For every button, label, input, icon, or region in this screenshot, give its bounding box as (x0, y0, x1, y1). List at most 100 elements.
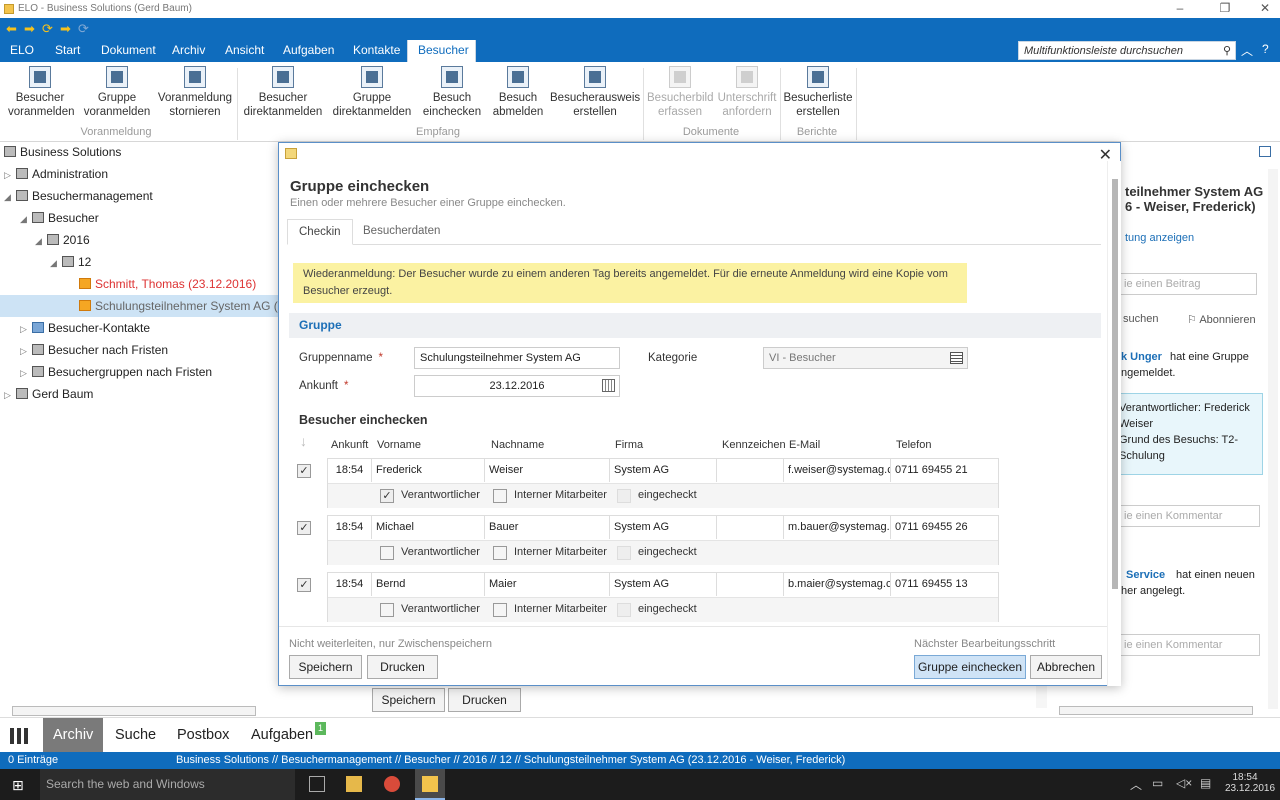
feed-user-link[interactable]: Service (1126, 569, 1165, 581)
arrival-time-cell[interactable]: 18:54 (328, 459, 372, 482)
task-view-icon[interactable] (309, 776, 325, 792)
visitor-select-checkbox[interactable]: ✓ (297, 578, 311, 592)
collapse-icon[interactable]: ◢ (50, 253, 62, 273)
group-checkin-button[interactable]: Gruppe einchecken (914, 655, 1026, 679)
clock[interactable]: 18:54 23.12.2016 (1225, 772, 1275, 794)
next-icon[interactable]: ➡ (60, 21, 71, 37)
plate-cell[interactable] (717, 459, 784, 482)
tree-node-business-solutions[interactable]: Business Solutions (4, 142, 121, 162)
ribbon-search-input[interactable]: Multifunktionsleiste durchsuchen ⚲ (1018, 41, 1236, 60)
refresh-icon[interactable]: ⟳ (42, 21, 53, 37)
tree-node-besucher-kontakte[interactable]: ▷ Besucher-Kontakte (20, 318, 150, 338)
visitor-preregister-button[interactable]: Besucher voranmelden (8, 66, 74, 119)
visitor-select-checkbox[interactable]: ✓ (297, 521, 311, 535)
expand-icon[interactable]: ▷ (4, 385, 16, 405)
tab-kontakte[interactable]: Kontakte (343, 40, 410, 62)
tree-horizontal-scrollbar[interactable] (12, 706, 256, 716)
feed-tab-search[interactable]: suchen (1123, 313, 1158, 325)
tab-elo[interactable]: ELO (0, 40, 44, 62)
internal-employee-checkbox[interactable] (493, 546, 507, 560)
cancel-button[interactable]: Abbrechen (1030, 655, 1102, 679)
save-button[interactable]: Speichern (289, 655, 362, 679)
phone-cell[interactable]: 0711 69455 26 (891, 516, 998, 539)
collapse-ribbon-icon[interactable]: ︿ (1241, 42, 1253, 59)
tab-ansicht[interactable]: Ansicht (215, 40, 274, 62)
dialog-scrollbar[interactable] (1107, 161, 1121, 686)
panel-horizontal-scrollbar[interactable] (1059, 706, 1253, 715)
expand-icon[interactable]: ▷ (20, 319, 32, 339)
expand-icon[interactable]: ▷ (4, 165, 16, 185)
elo-taskbar-button[interactable] (415, 769, 445, 800)
tab-archiv[interactable]: Archiv (162, 40, 215, 62)
phone-cell[interactable]: 0711 69455 21 (891, 459, 998, 482)
background-save-button[interactable]: Speichern (372, 688, 445, 712)
collapse-icon[interactable]: ◢ (20, 209, 32, 229)
visitor-list-button[interactable]: Besucherliste erstellen (783, 66, 853, 119)
network-icon[interactable]: ▭ (1152, 776, 1163, 790)
tree-node-besuchermanagement[interactable]: ◢ Besuchermanagement (4, 186, 153, 206)
lastname-cell[interactable]: Maier (485, 573, 610, 596)
visit-checkin-button[interactable]: Besuch einchecken (420, 66, 484, 119)
tray-up-icon[interactable]: ︿ (1130, 776, 1142, 793)
cancel-preregistration-button[interactable]: Voranmeldung stornieren (157, 66, 233, 119)
group-preregister-button[interactable]: Gruppe voranmelden (82, 66, 152, 119)
forward-arrow-icon[interactable]: ➡ (24, 21, 35, 37)
plate-cell[interactable] (717, 516, 784, 539)
app-grid-icon[interactable] (10, 728, 28, 744)
expand-icon[interactable]: ▷ (20, 341, 32, 361)
internal-employee-checkbox[interactable] (493, 489, 507, 503)
maximize-button[interactable]: ❐ (1210, 0, 1240, 18)
tab-besucher[interactable]: Besucher (407, 40, 476, 62)
tab-dokument[interactable]: Dokument (91, 40, 166, 62)
plate-cell[interactable] (717, 573, 784, 596)
panel-scrollbar[interactable] (1268, 169, 1278, 709)
visitor-badge-button[interactable]: Besucherausweis erstellen (550, 66, 640, 119)
tab-aufgaben[interactable]: Aufgaben (273, 40, 344, 62)
arrival-time-cell[interactable]: 18:54 (328, 573, 372, 596)
list-icon[interactable] (950, 352, 963, 364)
back-arrow-icon[interactable]: ⬅ (6, 21, 17, 37)
visit-checkout-button[interactable]: Besuch abmelden (490, 66, 546, 119)
comment-input[interactable]: ie einen Kommentar (1117, 505, 1260, 527)
company-cell[interactable]: System AG (610, 573, 717, 596)
tab-start[interactable]: Start (45, 40, 90, 62)
tab-besucherdaten[interactable]: Besucherdaten (352, 219, 451, 245)
tree-node-gerd-baum[interactable]: ▷ Gerd Baum (4, 384, 93, 404)
nav-suche[interactable]: Suche (105, 718, 166, 753)
print-button[interactable]: Drucken (367, 655, 438, 679)
breadcrumb[interactable]: Business Solutions // Besuchermanagement… (176, 754, 845, 766)
groupname-field[interactable]: Schulungsteilnehmer System AG (414, 347, 620, 369)
tree-node-administration[interactable]: ▷ Administration (4, 164, 108, 184)
tree-node-2016[interactable]: ◢ 2016 (35, 230, 90, 250)
firstname-cell[interactable]: Frederick (372, 459, 485, 482)
tree-node-besuchergruppen-fristen[interactable]: ▷ Besuchergruppen nach Fristen (20, 362, 212, 382)
volume-icon[interactable]: ◁× (1176, 776, 1192, 790)
internal-employee-checkbox[interactable] (493, 603, 507, 617)
arrival-time-cell[interactable]: 18:54 (328, 516, 372, 539)
lastname-cell[interactable]: Bauer (485, 516, 610, 539)
request-signature-button[interactable]: Unterschrift anfordern (716, 66, 778, 119)
category-field[interactable]: VI - Besucher (763, 347, 968, 369)
help-icon[interactable]: ? (1262, 42, 1269, 56)
collapse-icon[interactable]: ◢ (35, 231, 47, 251)
tab-checkin[interactable]: Checkin (287, 219, 353, 245)
post-input[interactable]: ie einen Beitrag (1117, 273, 1257, 295)
group-direct-register-button[interactable]: Gruppe direktanmelden (331, 66, 413, 119)
taskbar-search-input[interactable]: Search the web and Windows (40, 769, 295, 800)
email-cell[interactable]: f.weiser@systemag.cc (784, 459, 891, 482)
company-cell[interactable]: System AG (610, 516, 717, 539)
responsible-checkbox[interactable]: ✓ (380, 489, 394, 503)
calendar-icon[interactable] (602, 379, 615, 392)
tree-node-besucher[interactable]: ◢ Besucher (20, 208, 99, 228)
email-cell[interactable]: m.bauer@systemag.cc (784, 516, 891, 539)
nav-archiv[interactable]: Archiv (43, 718, 104, 753)
comment-input[interactable]: ie einen Kommentar (1117, 634, 1260, 656)
scrollbar-thumb[interactable] (1112, 179, 1118, 589)
expand-icon[interactable]: ▷ (20, 363, 32, 383)
file-explorer-icon[interactable] (346, 776, 362, 792)
lastname-cell[interactable]: Weiser (485, 459, 610, 482)
show-details-link[interactable]: tung anzeigen (1125, 232, 1194, 244)
background-print-button[interactable]: Drucken (448, 688, 521, 712)
capture-visitor-image-button[interactable]: Besucherbild erfassen (647, 66, 713, 119)
close-window-button[interactable]: ✕ (1250, 0, 1280, 18)
